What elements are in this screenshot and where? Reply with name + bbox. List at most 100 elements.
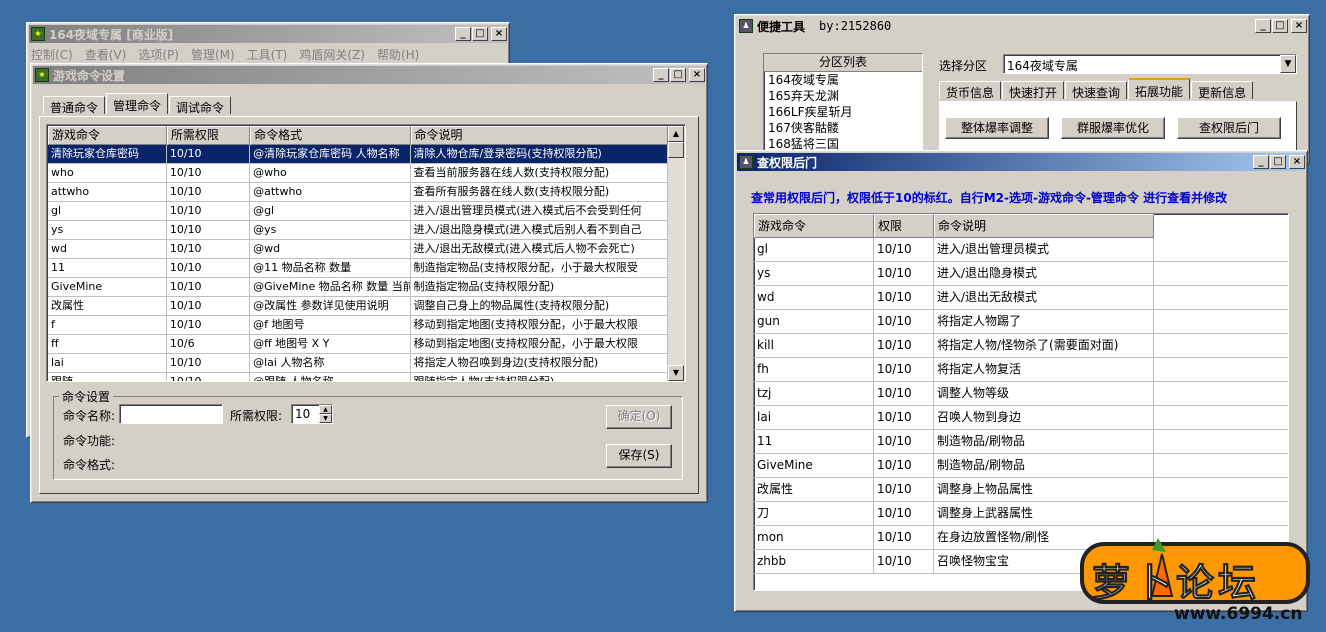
table-row[interactable]: ys 10/10 进入/退出隐身模式 — [754, 262, 1288, 286]
ok-button[interactable]: 确定(O) — [606, 405, 672, 429]
close-button[interactable]: × — [689, 68, 705, 82]
tab-admin[interactable]: 管理命令 — [106, 93, 169, 114]
close-button[interactable]: × — [1289, 155, 1305, 169]
table-row[interactable]: 改属性 10/10 调整身上物品属性 — [754, 478, 1288, 502]
check-perm-button[interactable]: 查权限后门 — [1177, 117, 1281, 139]
col-header-desc[interactable]: 命令说明 — [934, 214, 1154, 238]
table-row[interactable]: kill 10/10 将指定人物/怪物杀了(需要面对面) — [754, 334, 1288, 358]
close-button[interactable]: × — [1291, 19, 1307, 33]
maximize-button[interactable]: □ — [1270, 155, 1286, 169]
close-button[interactable]: × — [491, 27, 507, 41]
cmd-name-input[interactable] — [119, 404, 223, 424]
table-cell: 调整身上武器属性 — [934, 502, 1154, 525]
zone-select[interactable]: 164夜域专属 ▼ — [1003, 54, 1297, 74]
menu-help[interactable]: 帮助(H) — [377, 46, 419, 63]
table-cell: @ys — [250, 221, 411, 239]
table-cell: who — [48, 164, 167, 182]
scroll-down-icon[interactable]: ▼ — [668, 365, 684, 381]
tab-quick-query[interactable]: 快速查询 — [1065, 81, 1128, 100]
table-row[interactable]: 清除玩家仓库密码 10/10 @清除玩家仓库密码 人物名称 清除人物仓库/登录密码(支… — [48, 145, 668, 164]
perm-titlebar[interactable]: ♟ 查权限后门 _ □ × — [737, 153, 1305, 171]
tool-titlebar[interactable]: ♟ 便捷工具 by:2152860 _ □ × — [737, 17, 1307, 35]
col-header-perm[interactable]: 权限 — [874, 214, 934, 238]
table-row[interactable]: tzj 10/10 调整人物等级 — [754, 382, 1288, 406]
minimize-button[interactable]: _ — [1253, 155, 1269, 169]
zone-list-item[interactable]: 164夜域专属 — [764, 72, 922, 88]
table-row[interactable]: gl 10/10 进入/退出管理员模式 — [754, 238, 1288, 262]
table-cell: @改属性 参数详见使用说明 — [250, 297, 411, 315]
tab-debug[interactable]: 调试命令 — [169, 96, 232, 115]
col-header-format[interactable]: 命令格式 — [250, 126, 411, 145]
table-row[interactable]: 11 10/10 制造物品/刷物品 — [754, 430, 1288, 454]
scroll-thumb[interactable] — [668, 142, 684, 158]
table-row[interactable]: 改属性 10/10 @改属性 参数详见使用说明 调整自己身上的物品属性(支持权限分配) — [48, 297, 668, 316]
perm-stepper[interactable]: 10 ▲ ▼ — [291, 404, 333, 424]
maximize-button[interactable]: □ — [1272, 19, 1288, 33]
table-cell: 10/10 — [874, 334, 934, 357]
maximize-button[interactable]: □ — [670, 68, 686, 82]
menu-view[interactable]: 查看(V) — [85, 46, 127, 63]
table-row[interactable]: ff 10/6 @ff 地图号 X Y 移动到指定地图(支持权限分配，小于最大权限 — [48, 335, 668, 354]
menu-options[interactable]: 选项(P) — [138, 46, 179, 63]
table-cell: 将指定人物召唤到身边(支持权限分配) — [411, 354, 668, 372]
col-header-perm[interactable]: 所需权限 — [166, 126, 251, 145]
table-row[interactable]: attwho 10/10 @attwho 查看所有服务器在线人数(支持权限分配) — [48, 183, 668, 202]
table-cell: 进入/退出管理员模式 — [934, 238, 1154, 261]
cmd-scrollbar[interactable]: ▲ ▼ — [668, 126, 685, 381]
minimize-button[interactable]: _ — [653, 68, 669, 82]
zone-list[interactable]: 分区列表 164夜域专属 165弃天龙渊 166LF疾星斩月 167侠客骷髅 168猛将… — [763, 53, 923, 157]
zone-list-item[interactable]: 165弃天龙渊 — [764, 88, 922, 104]
table-row[interactable]: fh 10/10 将指定人物复活 — [754, 358, 1288, 382]
table-row[interactable]: lai 10/10 @lai 人物名称 将指定人物召唤到身边(支持权限分配) — [48, 354, 668, 373]
menu-tools[interactable]: 工具(T) — [247, 46, 288, 63]
tab-currency[interactable]: 货币信息 — [939, 81, 1002, 100]
menu-manage[interactable]: 管理(M) — [191, 46, 235, 63]
menu-control[interactable]: 控制(C) — [31, 46, 73, 63]
col-header-desc[interactable]: 命令说明 — [410, 126, 668, 145]
table-row[interactable]: ys 10/10 @ys 进入/退出隐身模式(进入模式后别人看不到自己 — [48, 221, 668, 240]
save-button[interactable]: 保存(S) — [606, 444, 672, 468]
tab-extended[interactable]: 拓展功能 — [1128, 78, 1191, 99]
tab-quick-open[interactable]: 快速打开 — [1002, 81, 1065, 100]
table-row[interactable]: who 10/10 @who 查看当前服务器在线人数(支持权限分配) — [48, 164, 668, 183]
menu-gateway[interactable]: 鸡盾网关(Z) — [299, 46, 365, 63]
table-row[interactable]: GiveMine 10/10 @GiveMine 物品名称 数量 当前 制造指定物品(… — [48, 278, 668, 297]
table-row[interactable]: GiveMine 10/10 制造物品/刷物品 — [754, 454, 1288, 478]
table-cell: 10/10 — [874, 526, 934, 549]
table-row[interactable]: lai 10/10 召唤人物到身边 — [754, 406, 1288, 430]
minimize-button[interactable]: _ — [1255, 19, 1271, 33]
table-row[interactable]: wd 10/10 进入/退出无敌模式 — [754, 286, 1288, 310]
minimize-button[interactable]: _ — [455, 27, 471, 41]
overall-droprate-button[interactable]: 整体爆率调整 — [945, 117, 1049, 139]
scroll-up-icon[interactable]: ▲ — [668, 126, 684, 142]
table-row[interactable]: 11 10/10 @11 物品名称 数量 制造指定物品(支持权限分配，小于最大权限受 — [48, 259, 668, 278]
cmd-titlebar[interactable]: ★ 游戏命令设置 _ □ × — [33, 66, 705, 84]
tool-icon: ♟ — [739, 19, 753, 33]
stepper-down-icon[interactable]: ▼ — [319, 414, 332, 423]
cmd-grid[interactable]: 游戏命令 所需权限 命令格式 命令说明 清除玩家仓库密码 10/10 @清除玩家仓库… — [48, 126, 668, 381]
zone-list-item[interactable]: 166LF疾星斩月 — [764, 104, 922, 120]
table-cell: wd — [48, 240, 167, 258]
table-cell: fh — [754, 358, 874, 381]
table-row[interactable]: wd 10/10 @wd 进入/退出无敌模式(进入模式后人物不会死亡) — [48, 240, 668, 259]
table-row[interactable]: gun 10/10 将指定人物踢了 — [754, 310, 1288, 334]
main-titlebar[interactable]: ★ 164夜域专属 [商业版] _ □ × — [29, 25, 507, 43]
col-header-command[interactable]: 游戏命令 — [48, 126, 167, 145]
chevron-down-icon[interactable]: ▼ — [1280, 55, 1296, 73]
stepper-up-icon[interactable]: ▲ — [319, 405, 332, 414]
col-header-command[interactable]: 游戏命令 — [754, 214, 874, 238]
table-row[interactable]: gl 10/10 @gl 进入/退出管理员模式(进入模式后不会受到任何 — [48, 202, 668, 221]
maximize-button[interactable]: □ — [472, 27, 488, 41]
table-cell: 10/10 — [167, 354, 251, 372]
table-cell: GiveMine — [754, 454, 874, 477]
table-row[interactable]: f 10/10 @f 地图号 移动到指定地图(支持权限分配，小于最大权限 — [48, 316, 668, 335]
tab-updates[interactable]: 更新信息 — [1191, 81, 1254, 100]
table-cell: tzj — [754, 382, 874, 405]
zone-list-item[interactable]: 167侠客骷髅 — [764, 120, 922, 136]
table-row[interactable]: 刀 10/10 调整身上武器属性 — [754, 502, 1288, 526]
tab-normal[interactable]: 普通命令 — [43, 96, 106, 115]
group-droprate-button[interactable]: 群服爆率优化 — [1061, 117, 1165, 139]
table-cell: ys — [754, 262, 874, 285]
table-row[interactable]: 跟随10/10@跟随 人物名称跟随指定人物(支持权限分配) — [48, 373, 668, 381]
table-cell: 10/10 — [167, 221, 251, 239]
